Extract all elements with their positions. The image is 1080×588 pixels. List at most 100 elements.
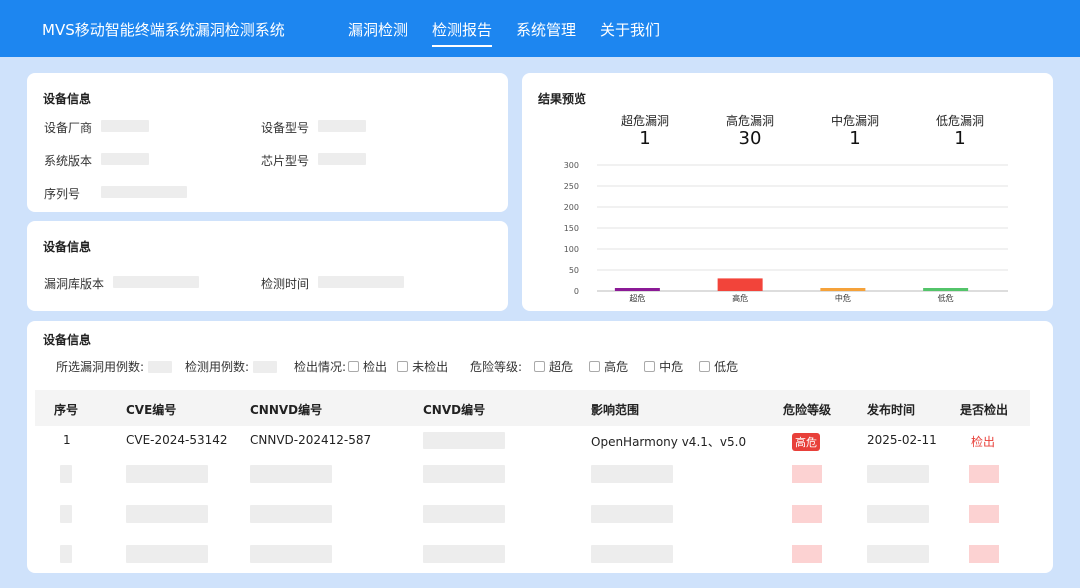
skeleton-cell bbox=[423, 505, 505, 523]
skeleton-cell bbox=[126, 545, 208, 563]
row-cnvd bbox=[423, 432, 505, 449]
skeleton-cell bbox=[126, 505, 208, 523]
device-info-title: 设备信息 bbox=[43, 92, 92, 106]
risk-critical-label[interactable]: 超危 bbox=[549, 358, 573, 375]
skeleton-cell bbox=[60, 465, 72, 483]
table-header: 序号 CVE编号 CNNVD编号 CNVD编号 影响范围 危险等级 发布时间 是… bbox=[35, 390, 1030, 426]
y-tick-label: 0 bbox=[574, 287, 579, 296]
app-title: MVS移动智能终端系统漏洞检测系统 bbox=[42, 21, 285, 39]
vuln-bar-chart: 0 50 100 150 200 250 300 超危 高危 中危 低危 bbox=[564, 161, 1008, 303]
skeleton-cell bbox=[60, 545, 72, 563]
row-cnnvd: CNNVD-202412-587 bbox=[250, 433, 372, 447]
detect-time-value bbox=[318, 276, 404, 288]
detect-cases-value bbox=[253, 360, 278, 373]
skeleton-cell bbox=[792, 465, 822, 483]
risk-level-label: 危险等级: bbox=[470, 360, 523, 374]
risk-low-label[interactable]: 低危 bbox=[714, 358, 738, 375]
skeleton-cell bbox=[867, 465, 929, 483]
row-scope: OpenHarmony v4.1、v5.0 bbox=[591, 435, 747, 449]
skeleton-cell bbox=[126, 465, 208, 483]
os-version-label: 系统版本 bbox=[44, 154, 93, 168]
serial-label: 序列号 bbox=[44, 187, 81, 201]
x-tick-label: 超危 bbox=[629, 293, 645, 303]
skeleton-cell bbox=[591, 545, 673, 563]
nav-system-manage[interactable]: 系统管理 bbox=[516, 19, 576, 47]
risk-high-checkbox[interactable] bbox=[589, 361, 601, 372]
status-detected-label[interactable]: 检出 bbox=[363, 358, 387, 375]
detect-cases-filter: 检测用例数: bbox=[185, 358, 278, 375]
col-cnvd: CNVD编号 bbox=[423, 403, 486, 417]
bar-高危 bbox=[717, 278, 763, 291]
bar-超危 bbox=[614, 288, 660, 291]
skeleton-cell bbox=[250, 545, 332, 563]
risk-high-label[interactable]: 高危 bbox=[604, 358, 628, 375]
bar-中危 bbox=[820, 288, 866, 291]
skeleton-cell bbox=[969, 505, 999, 523]
col-detected: 是否检出 bbox=[960, 403, 1009, 417]
risk-low-checkbox[interactable] bbox=[699, 361, 711, 372]
skeleton-cell bbox=[591, 465, 673, 483]
y-tick-label: 250 bbox=[564, 182, 579, 191]
skeleton-cell bbox=[250, 505, 332, 523]
chip-label: 芯片型号 bbox=[261, 154, 310, 168]
y-tick-label: 50 bbox=[569, 266, 579, 275]
skeleton-cell bbox=[423, 465, 505, 483]
status-detected-checkbox[interactable] bbox=[348, 361, 360, 372]
chip-value bbox=[318, 153, 366, 165]
detect-time-label: 检测时间 bbox=[261, 277, 310, 291]
col-cnnvd: CNNVD编号 bbox=[250, 403, 323, 417]
result-preview-card: 结果预览 超危漏洞 1 高危漏洞 30 中危漏洞 1 低危漏洞 1 0 50 100… bbox=[522, 73, 1053, 311]
db-version-value bbox=[113, 276, 199, 288]
selected-cases-filter: 所选漏洞用例数: bbox=[56, 358, 173, 375]
serial-value bbox=[101, 186, 187, 198]
os-version-value bbox=[101, 153, 149, 165]
y-tick-label: 300 bbox=[564, 161, 579, 170]
model-value bbox=[318, 120, 366, 132]
y-tick-label: 100 bbox=[564, 245, 579, 254]
row-cve: CVE-2024-53142 bbox=[126, 433, 228, 447]
status-undetected-label[interactable]: 未检出 bbox=[412, 358, 448, 375]
detection-info-card: 设备信息 漏洞库版本 检测时间 bbox=[27, 221, 508, 311]
skeleton-cell bbox=[792, 505, 822, 523]
main-nav: 漏洞检测 检测报告 系统管理 关于我们 bbox=[348, 19, 684, 47]
skeleton-cell bbox=[60, 505, 72, 523]
nav-detect-report[interactable]: 检测报告 bbox=[432, 19, 493, 47]
row-index: 1 bbox=[63, 433, 71, 447]
col-index: 序号 bbox=[54, 403, 79, 417]
risk-medium-label[interactable]: 中危 bbox=[659, 358, 683, 375]
skeleton-cell bbox=[250, 465, 332, 483]
x-tick-label: 高危 bbox=[732, 293, 748, 303]
manufacturer-label: 设备厂商 bbox=[44, 121, 93, 135]
db-version-label: 漏洞库版本 bbox=[44, 277, 105, 291]
detection-info-title: 设备信息 bbox=[43, 240, 92, 254]
detect-status-label: 检出情况: bbox=[294, 360, 347, 374]
skeleton-cell bbox=[867, 545, 929, 563]
risk-level-filter: 危险等级: 超危 高危 中危 低危 bbox=[470, 358, 738, 375]
x-tick-label: 中危 bbox=[835, 293, 851, 303]
risk-level-badge: 高危 bbox=[792, 433, 820, 451]
risk-critical-checkbox[interactable] bbox=[534, 361, 546, 372]
risk-medium-checkbox[interactable] bbox=[644, 361, 656, 372]
col-scope: 影响范围 bbox=[591, 403, 640, 417]
row-publish-date: 2025-02-11 bbox=[867, 433, 937, 447]
skeleton-cell bbox=[969, 465, 999, 483]
skeleton-cell bbox=[792, 545, 822, 563]
col-cve: CVE编号 bbox=[126, 403, 177, 417]
nav-about-us[interactable]: 关于我们 bbox=[600, 19, 660, 47]
col-publish-date: 发布时间 bbox=[867, 403, 916, 417]
skeleton-cell bbox=[867, 505, 929, 523]
skeleton-cell bbox=[423, 545, 505, 563]
bar-低危 bbox=[923, 288, 969, 291]
nav-vuln-detect[interactable]: 漏洞检测 bbox=[348, 19, 408, 47]
y-tick-label: 150 bbox=[564, 224, 579, 233]
status-undetected-checkbox[interactable] bbox=[397, 361, 409, 372]
manufacturer-value bbox=[101, 120, 149, 132]
x-tick-label: 低危 bbox=[938, 293, 954, 303]
detect-status-filter: 检出情况: 检出 未检出 bbox=[294, 358, 448, 375]
skeleton-cell bbox=[969, 545, 999, 563]
skeleton-cell bbox=[591, 505, 673, 523]
vuln-table-title: 设备信息 bbox=[43, 333, 92, 347]
row-detected: 检出 bbox=[971, 435, 996, 449]
model-label: 设备型号 bbox=[261, 121, 310, 135]
selected-cases-value bbox=[148, 360, 173, 373]
